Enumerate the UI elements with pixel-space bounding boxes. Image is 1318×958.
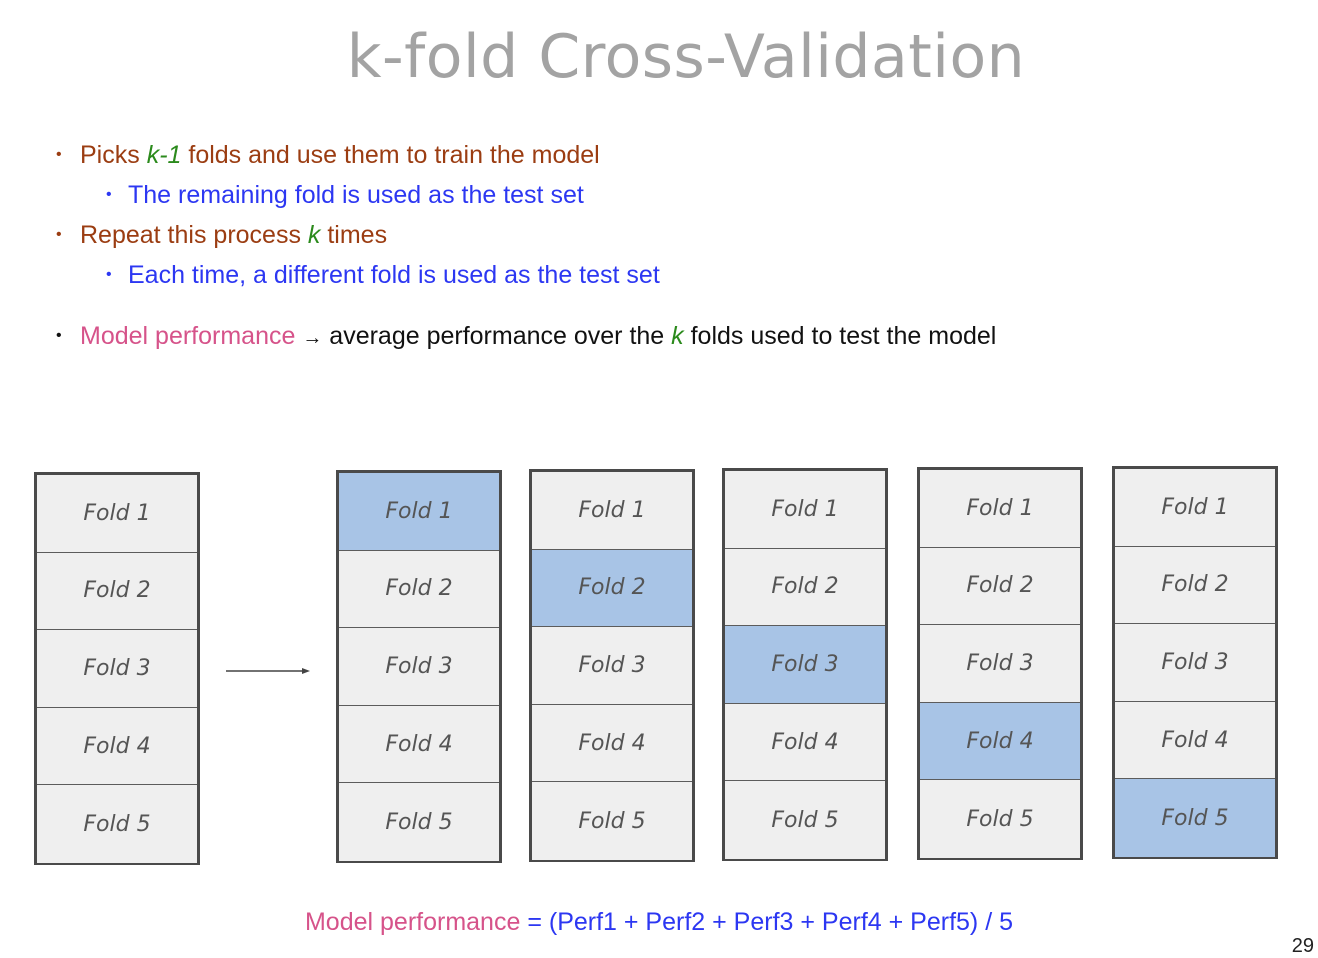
fold-cell: Fold 5 [532,782,692,860]
formula-expression: = (Perf1 + Perf2 + Perf3 + Perf4 + Perf5… [520,908,1013,936]
fold-cell-test: Fold 4 [920,702,1080,781]
fold-cell: Fold 3 [920,625,1080,703]
fold-cell: Fold 5 [37,785,197,863]
k-variable: k [671,322,684,350]
split-arrow-icon [226,668,310,674]
fold-cell: Fold 3 [1115,624,1275,702]
term-model-performance: Model performance [80,322,296,350]
fold-cell-test: Fold 3 [725,626,885,704]
fold-cell: Fold 1 [532,472,692,550]
k-variable: k-1 [146,141,182,169]
sub-bullet-dot: • [106,266,112,283]
iteration-stack-5: Fold 1 Fold 2 Fold 3 Fold 4 Fold 5 [1112,466,1278,859]
iteration-stack-3: Fold 1 Fold 2 Fold 3 Fold 4 Fold 5 [722,468,888,861]
bullet-text: Repeat this process [80,221,308,249]
fold-cell: Fold 3 [37,630,197,708]
fold-cell: Fold 2 [920,547,1080,626]
bullet-text: folds and use them to train the model [181,141,600,169]
bullet-text: average performance over the [322,322,672,350]
bullet-picks-folds: Picks k-1 folds and use them to train th… [80,140,600,170]
sub-bullet-test-set: The remaining fold is used as the test s… [128,181,584,209]
fold-cell: Fold 1 [37,475,197,553]
bullet-dot: • [56,327,62,344]
fold-cell: Fold 4 [339,705,499,784]
fold-cell-test: Fold 2 [532,549,692,628]
iteration-stack-1: Fold 1 Fold 2 Fold 3 Fold 4 Fold 5 [336,470,502,863]
fold-cell: Fold 1 [1115,469,1275,547]
fold-cell: Fold 5 [920,780,1080,858]
fold-cell-test: Fold 5 [1115,779,1275,857]
fold-cell: Fold 3 [532,627,692,705]
fold-cell: Fold 1 [920,470,1080,548]
original-dataset-stack: Fold 1 Fold 2 Fold 3 Fold 4 Fold 5 [34,472,200,865]
fold-cell: Fold 4 [725,703,885,782]
fold-cell: Fold 4 [37,707,197,786]
performance-formula: Model performance = (Perf1 + Perf2 + Per… [0,906,1318,938]
fold-cell: Fold 2 [37,552,197,631]
fold-cell-test: Fold 1 [339,473,499,551]
bullet-model-performance: Model performance → average performance … [80,321,996,353]
bullet-repeat-process: Repeat this process k times [80,220,387,250]
fold-cell: Fold 4 [532,704,692,783]
bullet-dot: • [56,146,62,163]
bullet-text: Picks [80,141,147,169]
fold-cell: Fold 4 [1115,701,1275,780]
bullet-text: times [320,221,388,249]
fold-cell: Fold 3 [339,628,499,706]
fold-cell: Fold 2 [339,550,499,629]
term-model-performance: Model performance [304,908,521,936]
bullet-dot: • [56,226,62,243]
right-arrow-icon: → [302,327,323,349]
sub-bullet-dot: • [106,186,112,203]
iteration-stack-4: Fold 1 Fold 2 Fold 3 Fold 4 Fold 5 [917,467,1083,860]
sub-bullet-different-fold: Each time, a different fold is used as t… [128,261,660,289]
bullet-text: folds used to test the model [683,322,997,350]
slide-title: k-fold Cross-Validation [346,22,1026,92]
fold-cell: Fold 2 [725,548,885,627]
fold-cell: Fold 2 [1115,546,1275,625]
fold-cell: Fold 1 [725,471,885,549]
iteration-stack-2: Fold 1 Fold 2 Fold 3 Fold 4 Fold 5 [529,469,695,862]
fold-cell: Fold 5 [725,781,885,859]
fold-cell: Fold 5 [339,783,499,861]
k-variable: k [307,221,321,249]
